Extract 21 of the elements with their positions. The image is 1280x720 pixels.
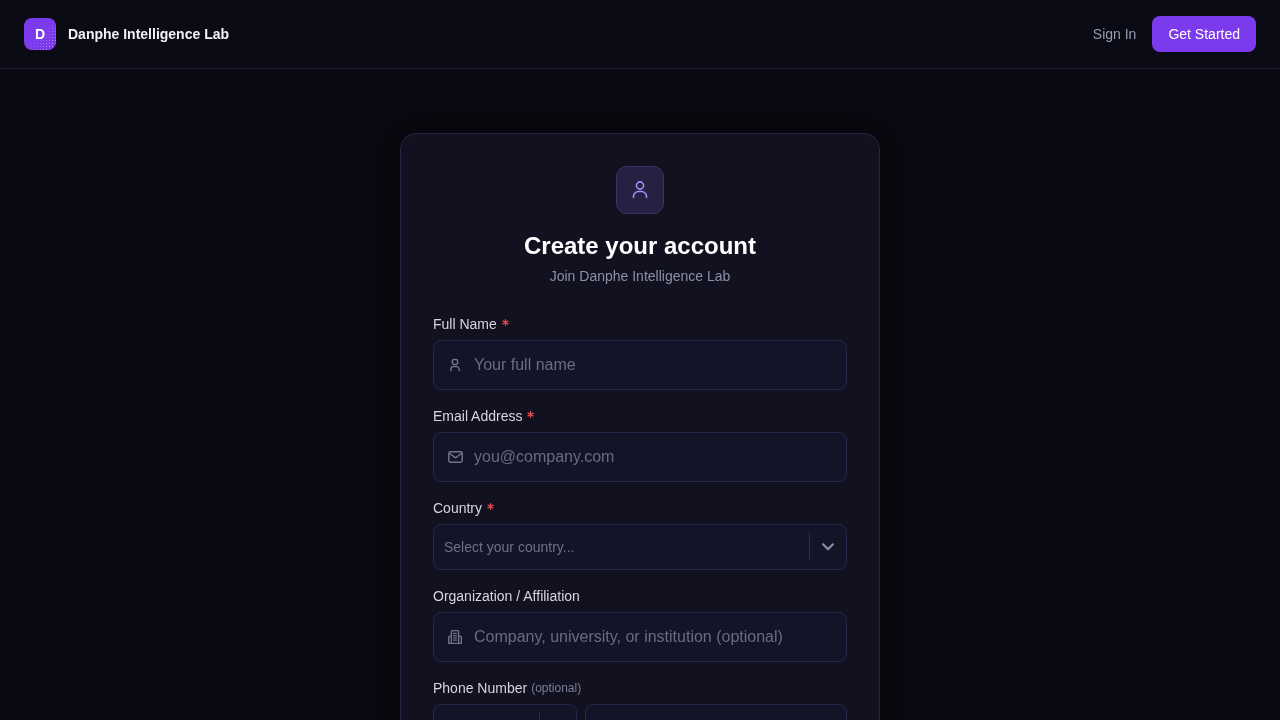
logo-badge[interactable]: D [24,18,56,50]
field-label: Email Address [433,408,523,424]
full-name-input[interactable]: Your full name [433,340,847,390]
country-select[interactable]: Select your country... [433,524,847,570]
card-subtitle: Join Danphe Intelligence Lab [549,267,731,286]
chevron-down-icon [822,543,834,551]
get-started-button[interactable]: Get Started [1152,16,1256,52]
field-label: Full Name [433,316,497,332]
optional-note: (optional) [531,681,582,695]
email-input[interactable]: you@company.com [433,432,847,482]
brand-name: Danphe Intelligence Lab [68,26,230,42]
field-label: Organization / Affiliation [433,588,580,604]
mail-icon [447,451,463,463]
organization-input[interactable]: Company, university, or institution (optional) [433,612,847,662]
sign-in-link[interactable]: Sign In [1092,26,1137,42]
card-title: Create your account [523,231,757,261]
field-label: Phone Number [433,680,528,696]
building-icon [448,629,462,645]
person-icon [450,358,460,372]
user-icon [616,166,664,214]
field-label: Country [433,500,483,516]
